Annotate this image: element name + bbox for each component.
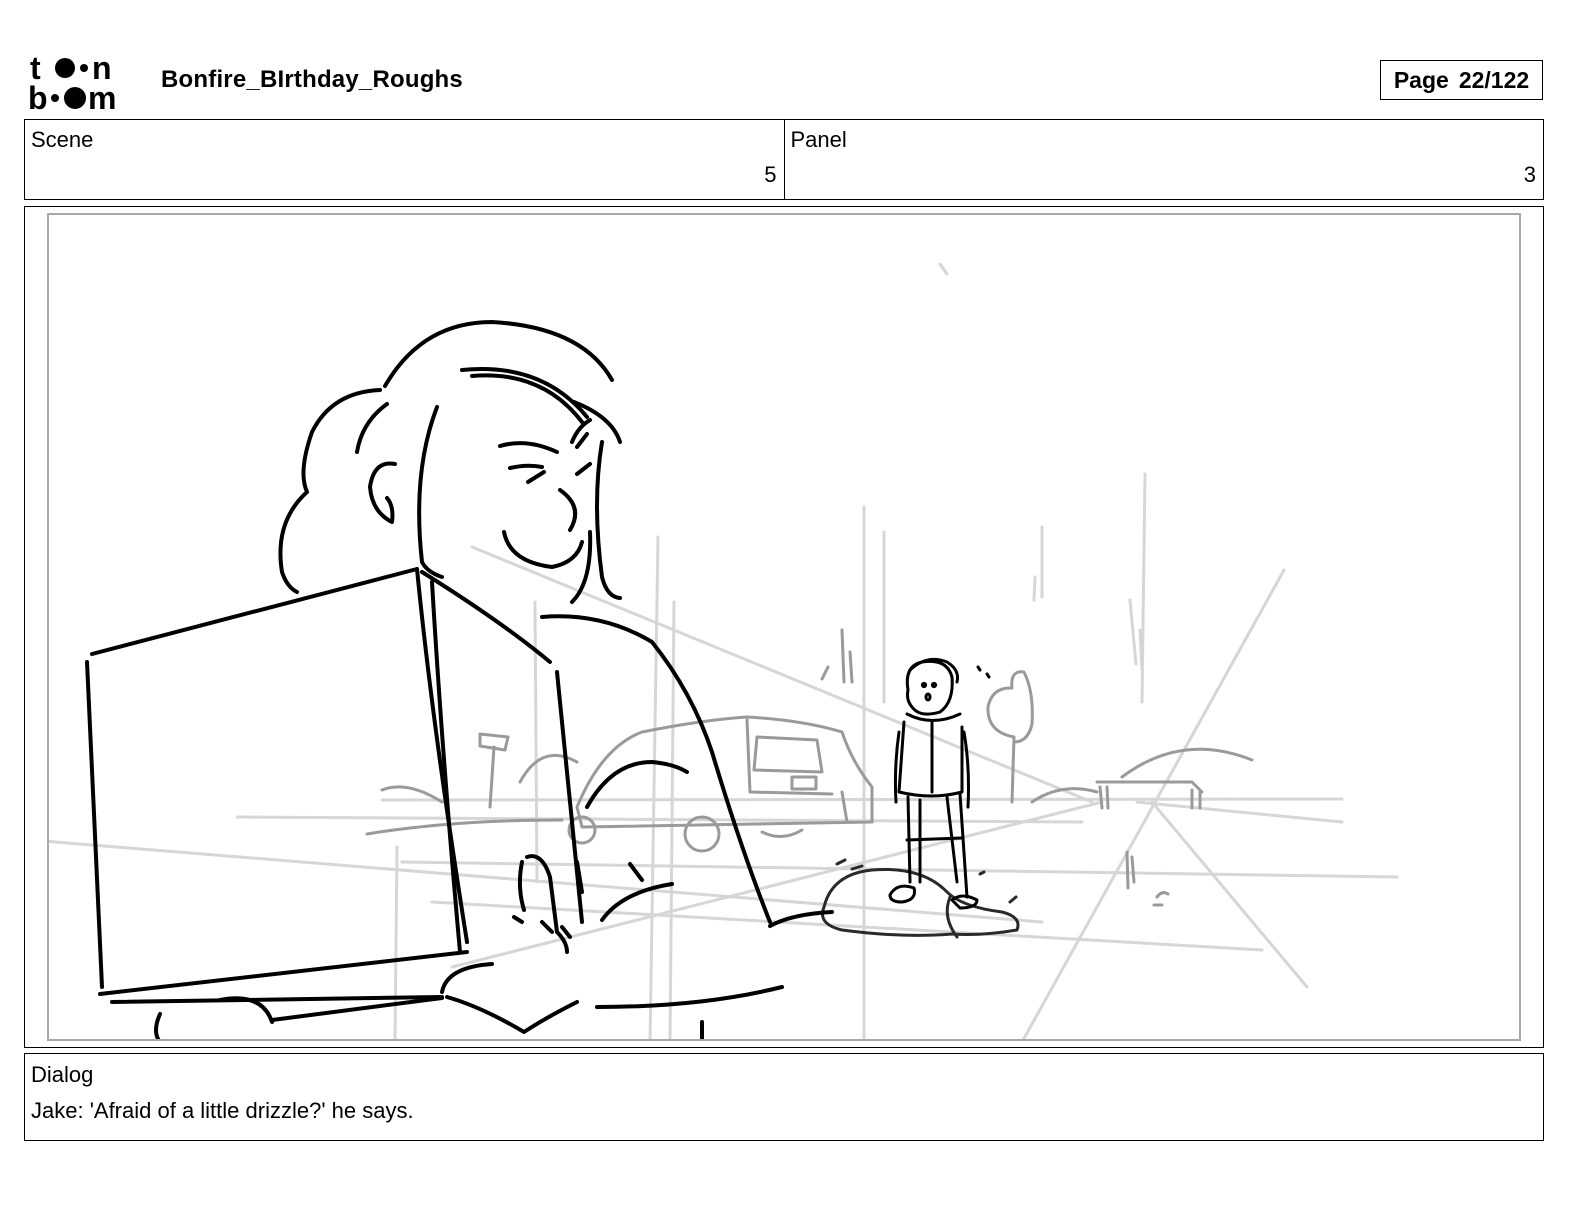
panel-label: Panel: [790, 127, 847, 152]
scene-panel-row: Scene 5 Panel 3: [24, 119, 1544, 200]
construction-lines: [49, 262, 1399, 1039]
scene-number: 5: [764, 162, 777, 187]
scene-label: Scene: [31, 127, 94, 152]
scene-cell: Scene 5: [25, 120, 784, 199]
foreground-character-sketch: [85, 320, 834, 1039]
page-label: Page: [1393, 66, 1449, 93]
svg-text:m: m: [88, 80, 116, 112]
page-indicator: Page 22/122: [1380, 60, 1543, 100]
dialog-label: Dialog: [31, 1062, 94, 1087]
panel-number: 3: [1523, 162, 1536, 187]
document-title: Bonfire_BIrthday_Roughs: [161, 66, 463, 93]
svg-text:b: b: [28, 80, 48, 112]
storyboard-panel-image: [47, 213, 1521, 1041]
panel-cell: Panel 3: [783, 120, 1544, 199]
toon-boom-logo: t n b m: [28, 52, 116, 112]
dialog-text: Jake: 'Afraid of a little drizzle?' he s…: [31, 1098, 414, 1123]
page-number: 22/122: [1458, 66, 1530, 93]
dialog-box: Dialog Jake: 'Afraid of a little drizzle…: [24, 1053, 1544, 1141]
